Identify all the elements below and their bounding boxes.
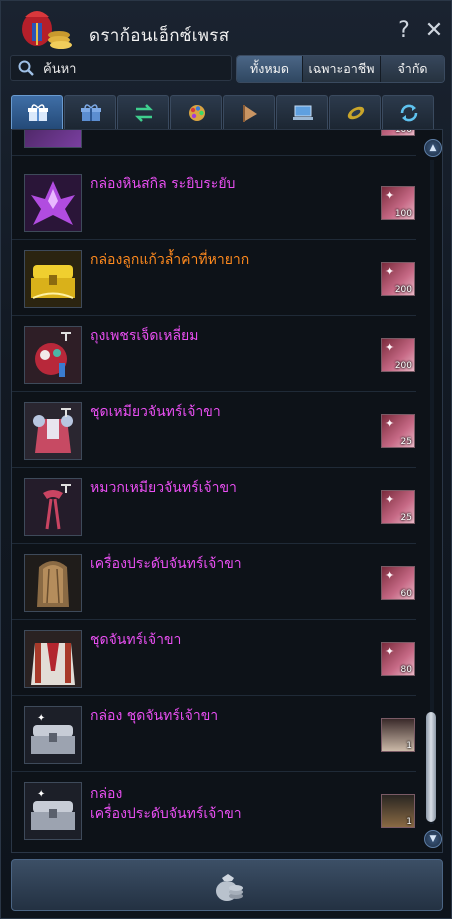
cost-amount: 80 [400, 665, 412, 675]
cost-amount: 1 [406, 741, 412, 751]
item-thumbnail [24, 402, 82, 460]
tab-scroll[interactable] [329, 95, 381, 129]
exchange-arrows-icon [134, 104, 154, 122]
help-button[interactable]: ? [393, 19, 415, 43]
cost-icon: ✦ 25 [381, 414, 415, 448]
cost-amount: 100 [394, 209, 412, 219]
search-icon [18, 60, 34, 76]
item-name: กล่อง เครื่องประดับจันทร์เจ้าขา [90, 784, 370, 824]
cost-amount: 25 [400, 437, 412, 447]
gift-box-icon [28, 104, 48, 121]
tab-color[interactable] [170, 95, 222, 129]
accessory-cost-icon: 1 [381, 794, 415, 828]
scroll-up-button[interactable]: ▲ [424, 139, 442, 157]
item-thumbnail [24, 250, 82, 308]
cost-icon: 100 [381, 130, 415, 136]
tab-computer[interactable] [276, 95, 328, 129]
list-item[interactable]: ชุดเหมียวจันทร์เจ้าขา ✦ 25 [12, 392, 416, 468]
silver-chest-icon: ✦ [25, 707, 81, 763]
close-button[interactable]: ✕ [423, 19, 445, 43]
list-item[interactable]: ถุงเพชรเจ็ดเหลี่ยม ✦ 200 [12, 316, 416, 392]
purchase-button[interactable] [11, 859, 443, 911]
cost-amount: 200 [394, 361, 412, 371]
item-thumbnail [24, 630, 82, 688]
item-thumbnail [24, 478, 82, 536]
item-thumbnail: ✦ [24, 782, 82, 840]
item-name-line-2: เครื่องประดับจันทร์เจ้าขา [90, 806, 242, 822]
item-thumbnail [24, 554, 82, 612]
list-item[interactable]: เครื่องประดับจันทร์เจ้าขา ✦ 60 [12, 544, 416, 620]
tab-exchange[interactable] [117, 95, 169, 129]
item-list: 100 กล่องหินสกิล ระยิบระยับ ✦ 100 กล่องล… [11, 129, 443, 853]
list-item[interactable]: ✦ กล่อง ชุดจันทร์เจ้าขา 1 [12, 696, 416, 772]
item-name: ถุงเพชรเจ็ดเหลี่ยม [90, 328, 199, 344]
tab-gift-box-2[interactable] [64, 95, 116, 129]
cost-amount: 1 [406, 817, 412, 827]
color-palette-icon [189, 105, 205, 121]
dragon-express-window: ดราก้อนเอ็กซ์เพรส ? ✕ ทั้งหมด เฉพาะอาชีพ… [0, 0, 452, 919]
scroll-thumb[interactable] [426, 712, 436, 822]
svg-text:✦: ✦ [37, 713, 45, 724]
item-name: กล่อง ชุดจันทร์เจ้าขา [90, 708, 219, 724]
pennant-flag-icon [243, 105, 257, 122]
search-box [10, 55, 232, 81]
gold-chest-icon [25, 251, 81, 307]
lucky-bag-coins-icon [22, 11, 72, 49]
category-tabs [11, 95, 435, 129]
cost-icon: ✦ 200 [381, 262, 415, 296]
title-bar: ดราก้อนเอ็กซ์เพรส ? ✕ [1, 1, 451, 51]
computer-icon [293, 105, 313, 120]
list-item[interactable]: หมวกเหมียวจันทร์เจ้าขา ✦ 25 [12, 468, 416, 544]
window-title: ดราก้อนเอ็กซ์เพรส [89, 26, 230, 46]
item-name-line-1: กล่อง [90, 786, 123, 802]
moon-costume-icon [25, 631, 81, 687]
scroll-item-icon [347, 106, 365, 120]
filter-all-button[interactable]: ทั้งหมด [237, 56, 303, 82]
item-thumbnail [24, 174, 82, 232]
cost-icon: ✦ 25 [381, 490, 415, 524]
list-item[interactable]: กล่องลูกแก้วล้ำค่าที่หายาก ✦ 200 [12, 240, 416, 316]
filter-group: ทั้งหมด เฉพาะอาชีพ จำกัด [236, 55, 445, 83]
filter-class-only-button[interactable]: เฉพาะอาชีพ [303, 56, 381, 82]
tab-flag[interactable] [223, 95, 275, 129]
list-item[interactable]: ชุดจันทร์เจ้าขา ✦ 80 [12, 620, 416, 696]
item-name: ชุดจันทร์เจ้าขา [90, 632, 182, 648]
search-input[interactable] [41, 58, 225, 80]
svg-text:✦: ✦ [37, 789, 45, 800]
cost-icon: ✦ 100 [381, 186, 415, 220]
cost-icon: ✦ 80 [381, 642, 415, 676]
tab-refresh[interactable] [382, 95, 434, 129]
cost-icon: ✦ 60 [381, 566, 415, 600]
item-name: กล่องหินสกิล ระยิบระยับ [90, 176, 236, 192]
list-item[interactable]: 100 [12, 130, 416, 156]
cost-amount: 200 [394, 285, 412, 295]
item-thumbnail [24, 130, 82, 148]
money-bag-icon [216, 874, 243, 901]
item-name: ชุดเหมียวจันทร์เจ้าขา [90, 404, 221, 420]
cat-hat-icon [25, 479, 81, 535]
cost-amount: 25 [400, 513, 412, 523]
item-name: หมวกเหมียวจันทร์เจ้าขา [90, 480, 237, 496]
item-name: เครื่องประดับจันทร์เจ้าขา [90, 556, 242, 572]
item-name: กล่องลูกแก้วล้ำค่าที่หายาก [90, 252, 250, 268]
silver-chest-icon: ✦ [25, 783, 81, 839]
cat-costume-icon [25, 403, 81, 459]
scroll-down-button[interactable]: ▼ [424, 830, 442, 848]
list-item[interactable]: กล่องหินสกิล ระยิบระยับ ✦ 100 [12, 164, 416, 240]
hair-accessory-icon [25, 555, 81, 611]
item-thumbnail: ✦ [24, 706, 82, 764]
list-item[interactable]: ✦ กล่อง เครื่องประดับจันทร์เจ้าขา 1 [12, 772, 416, 852]
purple-crystal-icon [25, 175, 81, 231]
gift-box-icon [81, 104, 101, 121]
cost-icon: ✦ 200 [381, 338, 415, 372]
costume-cost-icon: 1 [381, 718, 415, 752]
cost-amount: 60 [400, 589, 412, 599]
filter-limited-button[interactable]: จำกัด [381, 56, 444, 82]
tab-gift-box[interactable] [11, 95, 63, 129]
item-thumbnail [24, 326, 82, 384]
gem-pouch-icon [25, 327, 81, 383]
refresh-icon [400, 104, 418, 122]
